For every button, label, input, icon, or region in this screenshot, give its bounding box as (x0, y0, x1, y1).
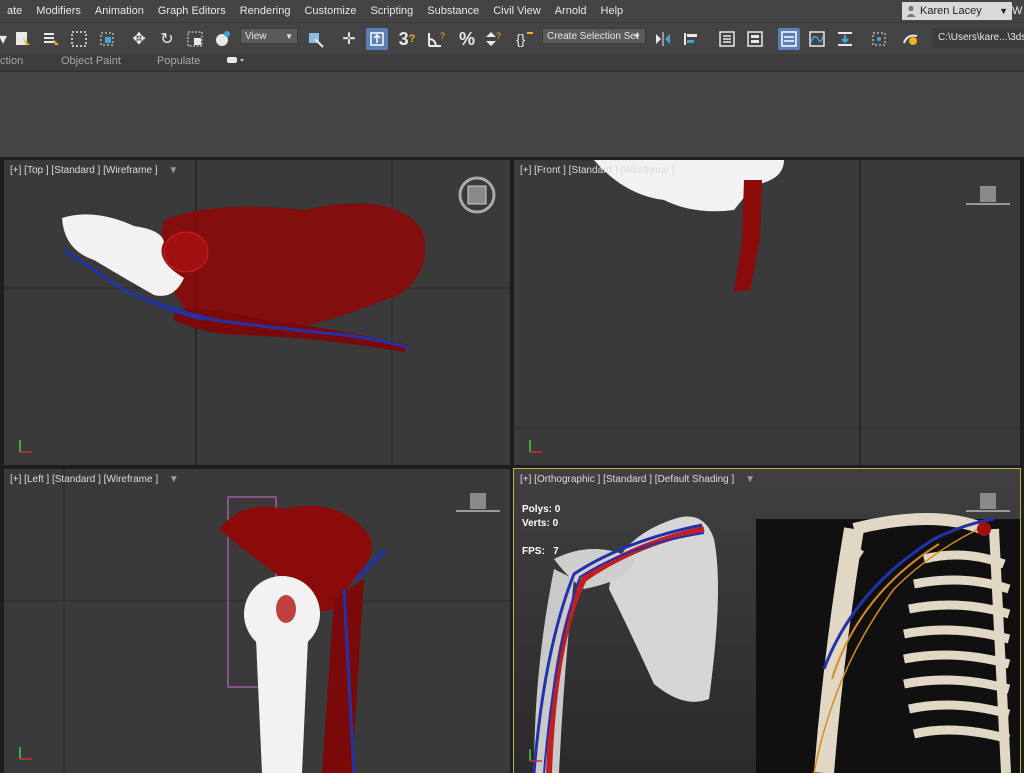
axis-tripod-icon (19, 440, 32, 453)
percent-snap-icon[interactable]: % (456, 28, 478, 50)
svg-text:{}: {} (516, 31, 526, 47)
fps-stat: FPS: 7 (522, 545, 560, 559)
svg-text:?: ? (440, 31, 445, 41)
viewport-statistics: Polys: 0 Verts: 0 FPS: 7 (522, 503, 560, 559)
viewport-label-text: [+] [Top ] [Standard ] [Wireframe ] (10, 165, 158, 176)
tab-object-paint[interactable]: Object Paint (61, 55, 121, 67)
filter-icon[interactable]: ▼ (745, 474, 755, 485)
verts-stat: Verts: 0 (522, 517, 560, 531)
curve-editor-icon[interactable] (806, 28, 828, 50)
filter-icon[interactable]: ▼ (169, 474, 179, 485)
menu-item-graph-editors[interactable]: Graph Editors (151, 0, 233, 22)
viewport-left[interactable]: [+] [Left ] [Standard ] [Wireframe ] ▼ (4, 469, 510, 773)
user-icon (906, 5, 916, 17)
angle-snap-icon[interactable]: ? (426, 28, 448, 50)
top-view-scene (4, 160, 510, 465)
viewport-layout: [+] [Top ] [Standard ] [Wireframe ] ▼ [+… (0, 157, 1024, 773)
project-folder-path[interactable]: C:\Users\kare...\3ds (932, 28, 1024, 48)
material-editor-icon[interactable] (868, 28, 890, 50)
snaps-toggle-icon[interactable]: 3? (396, 28, 418, 50)
mirror-icon[interactable] (652, 28, 674, 50)
menu-item-substance[interactable]: Substance (420, 0, 486, 22)
chevron-down-icon: ▼ (285, 32, 293, 41)
menu-item-scripting[interactable]: Scripting (363, 0, 420, 22)
menu-bar: ate Modifiers Animation Graph Editors Re… (0, 0, 1024, 22)
menu-item-rendering[interactable]: Rendering (233, 0, 298, 22)
named-selection-set-dropdown[interactable]: Create Selection Set ▼ (542, 28, 646, 44)
menu-item-civil-view[interactable]: Civil View (486, 0, 547, 22)
select-object-icon[interactable] (12, 28, 34, 50)
ribbon-options-icon[interactable] (224, 54, 248, 71)
main-toolbar: ▾ ✥ ↻ View ▼ ✛ 3? ? % ? {} Create Select… (0, 22, 1024, 56)
polys-value: 0 (554, 504, 561, 515)
viewport-orthographic[interactable]: [+] [Orthographic ] [Standard ] [Default… (513, 468, 1021, 773)
svg-text:?: ? (496, 31, 501, 41)
schematic-view-icon[interactable] (834, 28, 856, 50)
verts-value: 0 (552, 518, 559, 529)
axis-tripod-icon (19, 747, 32, 760)
spinner-snap-icon[interactable]: ? (482, 28, 504, 50)
chevron-down-icon: ▼ (633, 32, 641, 41)
rotate-icon[interactable]: ↻ (156, 28, 178, 50)
filter-icon[interactable]: ▼ (168, 165, 178, 176)
ribbon-tabs: ction Object Paint Populate (0, 54, 1024, 71)
menu-item-help[interactable]: Help (594, 0, 631, 22)
menu-item-customize[interactable]: Customize (297, 0, 363, 22)
viewport-label-top[interactable]: [+] [Top ] [Standard ] [Wireframe ] ▼ (10, 165, 178, 176)
viewcube-icon (456, 493, 500, 512)
menu-item-modifiers[interactable]: Modifiers (29, 0, 88, 22)
window-crossing-icon[interactable] (96, 28, 118, 50)
front-view-scene (514, 160, 1020, 465)
menu-item-arnold[interactable]: Arnold (548, 0, 594, 22)
viewcube-icon (966, 186, 1010, 205)
viewport-top[interactable]: [+] [Top ] [Standard ] [Wireframe ] ▼ (4, 160, 510, 465)
menu-item-create[interactable]: ate (0, 0, 29, 22)
axis-tripod-icon (529, 440, 542, 453)
viewport-front[interactable]: [+] [Front ] [Standard ] [Wireframe ] (514, 160, 1020, 465)
rectangular-selection-icon[interactable] (68, 28, 90, 50)
move-icon[interactable]: ✥ (128, 28, 150, 50)
viewport-label-text: [+] [Left ] [Standard ] [Wireframe ] (10, 474, 159, 485)
scene-explorer-icon[interactable] (716, 28, 738, 50)
chevron-down-icon: ▼ (999, 6, 1008, 16)
reference-coordinate-value: View (245, 31, 267, 42)
tab-selection[interactable]: ction (0, 55, 23, 67)
menu-item-workspace[interactable]: W (1012, 0, 1024, 22)
place-icon[interactable] (212, 28, 234, 50)
viewport-label-left[interactable]: [+] [Left ] [Standard ] [Wireframe ] ▼ (10, 474, 179, 485)
polys-label: Polys: (522, 504, 553, 515)
edit-named-selection-icon[interactable]: {} (514, 28, 536, 50)
align-icon[interactable] (680, 28, 702, 50)
viewport-label-text: [+] [Front ] [Standard ] [Wireframe ] (520, 165, 675, 176)
render-setup-icon[interactable] (900, 28, 922, 50)
viewport-label-text: [+] [Orthographic ] [Standard ] [Default… (520, 474, 735, 485)
ribbon-panel (0, 71, 1024, 158)
user-account-dropdown[interactable]: Karen Lacey ▼ (902, 2, 1012, 20)
orthographic-view-scene (514, 469, 1020, 773)
select-by-name-icon[interactable] (40, 28, 62, 50)
scale-icon[interactable] (184, 28, 206, 50)
pivot-point-icon[interactable] (304, 28, 326, 50)
viewcube-icon (458, 176, 496, 214)
verts-label: Verts: (522, 518, 550, 529)
user-name: Karen Lacey (920, 5, 982, 17)
left-view-scene (4, 469, 510, 773)
ribbon-toggle-icon[interactable] (778, 28, 800, 50)
reference-coordinate-dropdown[interactable]: View ▼ (240, 28, 298, 44)
polys-stat: Polys: 0 (522, 503, 560, 517)
named-selection-set-value: Create Selection Set (547, 31, 639, 42)
layer-explorer-icon[interactable] (744, 28, 766, 50)
fps-value: 7 (553, 546, 559, 557)
keyboard-shortcut-override-icon[interactable] (366, 28, 388, 50)
fps-label: FPS: (522, 546, 545, 557)
viewport-label-front[interactable]: [+] [Front ] [Standard ] [Wireframe ] (520, 165, 675, 176)
select-manipulate-icon[interactable]: ✛ (338, 28, 360, 50)
menu-item-animation[interactable]: Animation (88, 0, 151, 22)
tab-populate[interactable]: Populate (157, 55, 200, 67)
viewport-label-orthographic[interactable]: [+] [Orthographic ] [Standard ] [Default… (520, 474, 755, 485)
